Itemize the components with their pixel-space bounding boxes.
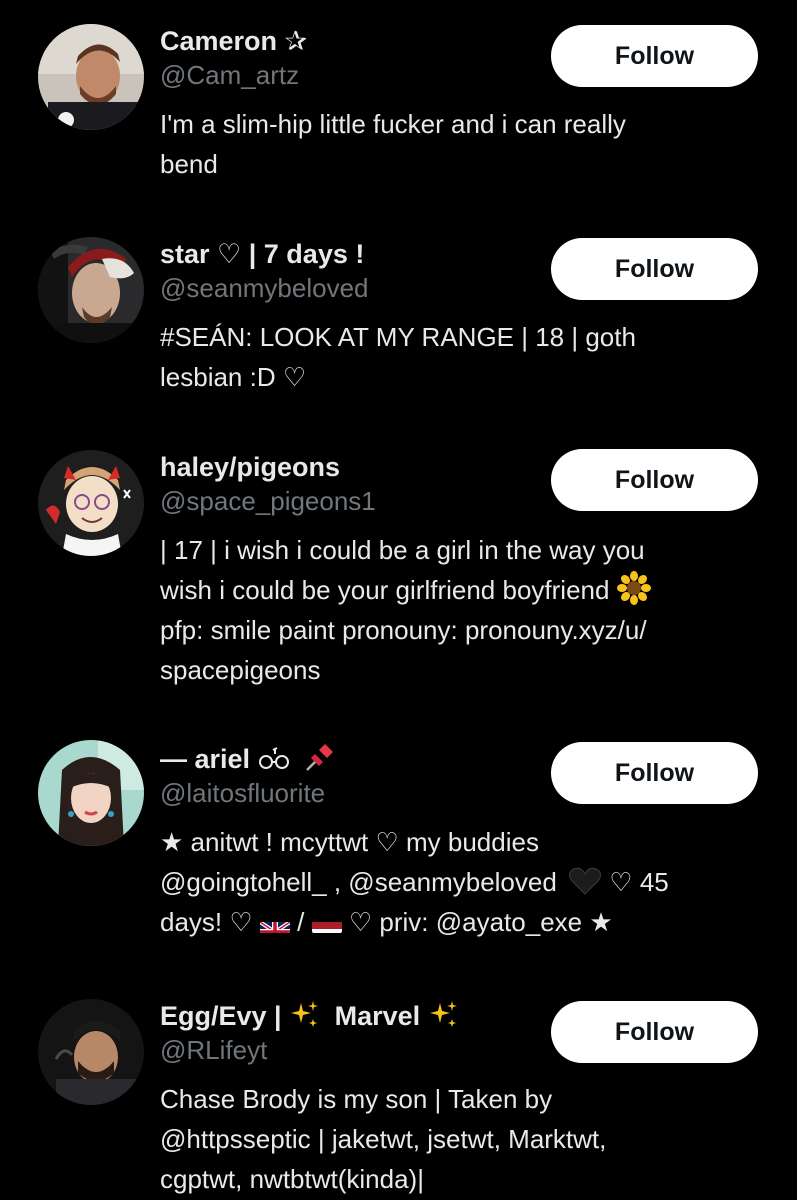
user-handle[interactable]: @space_pigeons1 xyxy=(160,484,550,518)
display-name: Cameron ✰ xyxy=(160,26,308,56)
follow-button[interactable]: Follow xyxy=(551,25,758,87)
black-heart-icon xyxy=(568,866,602,896)
avatar[interactable] xyxy=(38,450,144,556)
user-bio: #SEÁN: LOOK AT MY RANGE | 18 | goth lesb… xyxy=(160,322,636,392)
netherlands-flag-icon xyxy=(311,913,342,933)
sparkles-icon xyxy=(428,999,460,1031)
display-name: star ♡ | 7 days ! xyxy=(160,239,365,269)
follow-button[interactable]: Follow xyxy=(551,238,758,300)
follow-button[interactable]: Follow xyxy=(551,449,758,511)
user-bio: ★ anitwt ! mcyttwt ♡ my buddies @goingto… xyxy=(160,822,760,942)
display-name: haley/pigeons xyxy=(160,452,341,482)
user-bio: | 17 | i wish i could be a girl in the w… xyxy=(160,530,760,690)
avatar[interactable] xyxy=(38,999,144,1105)
user-handle[interactable]: @laitosfluorite xyxy=(160,776,550,810)
user-handle[interactable]: @RLifeyt xyxy=(160,1033,550,1067)
display-name: Egg/Evy | Marvel xyxy=(160,999,550,1033)
uk-flag-icon xyxy=(259,913,290,933)
sparkles-icon xyxy=(289,999,321,1031)
avatar[interactable] xyxy=(38,740,144,846)
user-handle[interactable]: @Cam_artz xyxy=(160,58,550,92)
bicycle-symbol-icon xyxy=(258,745,292,771)
avatar[interactable] xyxy=(38,237,144,343)
follow-button[interactable]: Follow xyxy=(551,742,758,804)
avatar[interactable] xyxy=(38,24,144,130)
follow-button[interactable]: Follow xyxy=(551,1001,758,1063)
sunflower-icon xyxy=(616,571,651,605)
display-name: — ariel xyxy=(160,740,550,776)
user-bio: Chase Brody is my son | Taken by @httpss… xyxy=(160,1084,607,1194)
user-bio: I'm a slim-hip little fucker and i can r… xyxy=(160,109,626,179)
user-handle[interactable]: @seanmybeloved xyxy=(160,271,550,305)
pushpin-icon xyxy=(303,740,337,774)
